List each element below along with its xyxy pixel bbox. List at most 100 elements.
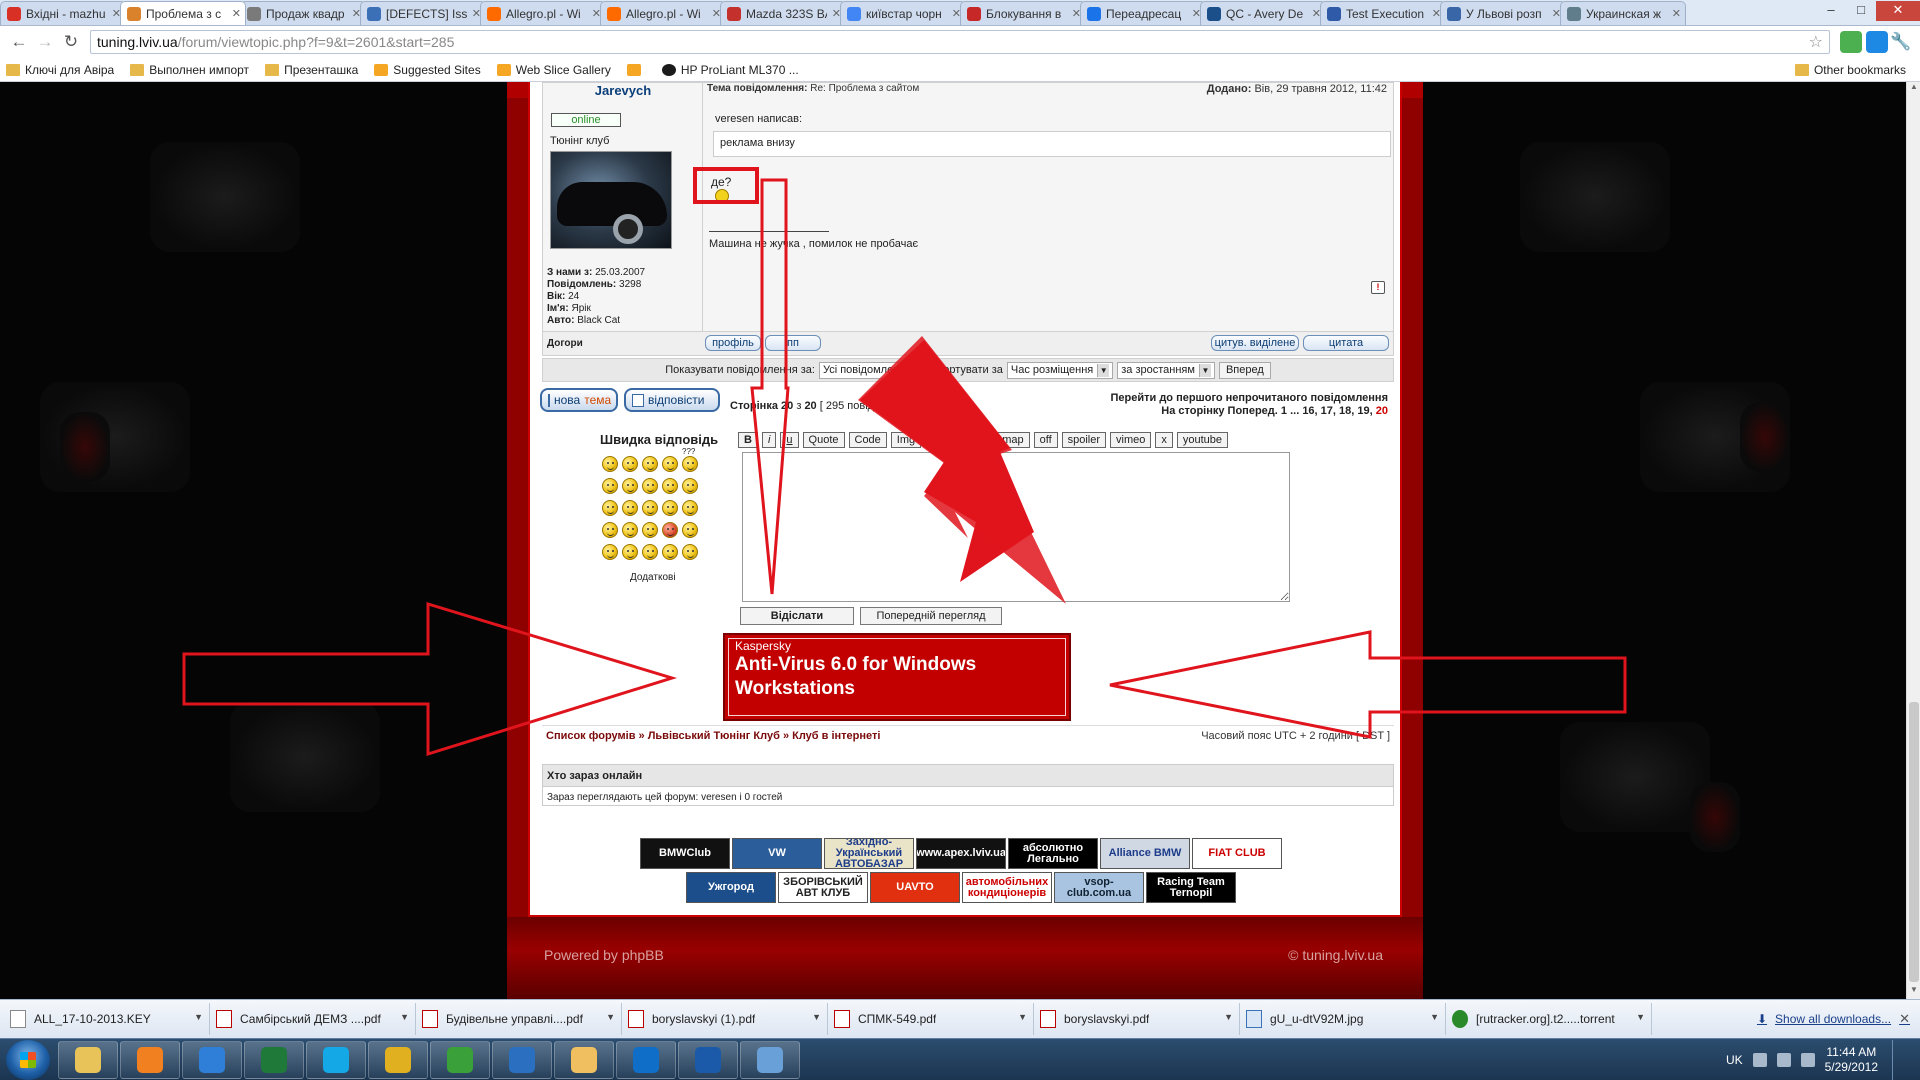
smiley-icon[interactable] [622,522,638,538]
smiley-icon[interactable] [622,500,638,516]
browser-tab[interactable]: QC - Avery De ✕ [1200,1,1326,25]
download-item[interactable]: gU_u-dtV92M.jpg ▼ [1240,1003,1446,1035]
maximize-icon[interactable]: □ [1846,1,1876,21]
partner-logo[interactable]: FIAT CLUB [1192,838,1282,869]
forward-icon[interactable]: → [32,29,58,55]
browser-tab[interactable]: У Львові розп ✕ [1440,1,1566,25]
tray-arrow-icon[interactable] [1752,1052,1767,1067]
bbcode-button[interactable]: i [761,432,777,448]
go-button[interactable]: Вперед [1218,361,1271,379]
scroll-down-icon[interactable]: ▼ [1907,985,1920,999]
partner-logo[interactable]: Alliance BMW [1100,838,1190,869]
extension-icon[interactable] [1866,31,1888,53]
smiley-icon[interactable] [622,478,638,494]
smiley-icon[interactable] [662,500,678,516]
quote-selected-button[interactable]: цитув. виділене [1211,335,1299,351]
close-icon[interactable]: ✕ [232,7,241,20]
browser-tab[interactable]: Allegro.pl - Wi ✕ [480,1,606,25]
submit-button[interactable]: Відіслати [740,607,854,625]
browser-tab[interactable]: Переадресац ✕ [1080,1,1206,25]
smiley-icon[interactable] [602,544,618,560]
address-bar[interactable]: tuning.lviv.ua/forum/viewtopic.php?f=9&t… [90,30,1830,54]
bbcode-button[interactable]: Code [848,432,887,448]
smiley-icon[interactable] [642,544,658,560]
back-to-top-link[interactable]: Догори [547,338,583,349]
download-item[interactable]: boryslavskyi.pdf ▼ [1034,1003,1240,1035]
show-desktop-button[interactable] [1892,1039,1906,1080]
report-icon[interactable]: ! [1371,281,1385,294]
breadcrumb-subforum[interactable]: Клуб в інтернеті [792,730,880,742]
bookmark-item[interactable]: Web Slice Gallery [496,63,611,77]
smiley-icon[interactable] [682,500,698,516]
smiley-icon[interactable] [642,478,658,494]
download-item[interactable]: СПМК-549.pdf ▼ [828,1003,1034,1035]
reload-icon[interactable]: ↻ [58,29,84,55]
browser-tab[interactable]: Проблема з с ✕ [120,1,246,25]
bookmark-item[interactable]: Презенташка [265,63,358,77]
start-button[interactable] [6,1039,50,1080]
smiley-icon[interactable] [622,456,638,472]
taskbar-app-chrome[interactable] [368,1040,428,1079]
taskbar-app-outlook[interactable] [492,1040,552,1079]
smiley-icon[interactable] [682,478,698,494]
smiley-icon[interactable] [682,456,698,472]
taskbar-app-teamviewer[interactable] [616,1040,676,1079]
browser-tab[interactable]: [DEFECTS] Issu ✕ [360,1,486,25]
volume-icon[interactable] [1800,1052,1815,1067]
bookmark-item[interactable]: Выполнен импорт [130,63,249,77]
scroll-up-icon[interactable]: ▲ [1907,82,1920,96]
chevron-down-icon[interactable]: ▼ [606,1012,615,1022]
bbcode-button[interactable]: x [1155,432,1173,448]
chevron-down-icon[interactable]: ▼ [400,1012,409,1022]
taskbar-app-internet-explorer[interactable] [182,1040,242,1079]
bbcode-button[interactable]: URL [925,432,960,448]
extension-icon[interactable] [1840,31,1862,53]
chevron-down-icon[interactable]: ▼ [1430,1012,1439,1022]
chevron-down-icon[interactable]: ▼ [1018,1012,1027,1022]
page-link[interactable]: 17, [1321,405,1336,417]
smiley-icon[interactable] [662,478,678,494]
sort-order-select[interactable]: за зростанням ▼ [1117,361,1215,379]
pm-button[interactable]: пп [765,335,821,351]
profile-button[interactable]: профіль [705,335,761,351]
taskbar-app-excel[interactable] [244,1040,304,1079]
smiley-icon[interactable] [682,544,698,560]
browser-tab[interactable]: київстар чорн ✕ [840,1,966,25]
browser-tab[interactable]: Вхідні - mazhu ✕ [0,1,126,25]
partner-logo[interactable]: Racing Team Ternopil [1146,872,1236,903]
taskbar-app-media-player[interactable] [120,1040,180,1079]
taskbar-app-explorer[interactable] [58,1040,118,1079]
bbcode-button[interactable]: googlemap [963,432,1030,448]
smiley-icon[interactable] [602,478,618,494]
close-icon[interactable]: ✕ [1876,1,1920,21]
partner-logo[interactable]: BMWClub [640,838,730,869]
browser-tab[interactable]: Блокування в ✕ [960,1,1086,25]
partner-logo[interactable]: абсолютно Легально [1008,838,1098,869]
download-item[interactable]: boryslavskyi (1).pdf ▼ [622,1003,828,1035]
kaspersky-banner[interactable]: Kaspersky Anti-Virus 6.0 for Windows Wor… [723,633,1071,721]
partner-logo[interactable]: vsop-club.com.ua [1054,872,1144,903]
taskbar-app-notes[interactable] [554,1040,614,1079]
scrollbar-thumb[interactable] [1909,702,1919,982]
bbcode-button[interactable]: off [1033,432,1058,448]
close-icon[interactable]: ✕ [1899,1011,1910,1027]
taskbar-app-remote-desktop[interactable] [740,1040,800,1079]
breadcrumb-forum-list[interactable]: Список форумів [546,730,635,742]
browser-tab[interactable]: Allegro.pl - Wi ✕ [600,1,726,25]
bbcode-button[interactable]: Quote [802,432,845,448]
bookmark-star-icon[interactable]: ☆ [1809,32,1823,52]
chevron-down-icon[interactable]: ▼ [1636,1012,1645,1022]
partner-logo[interactable]: Ужгород [686,872,776,903]
smiley-icon[interactable] [662,544,678,560]
bookmark-item[interactable]: Ключі для Авіра [6,63,114,77]
bbcode-button[interactable]: u [780,432,799,448]
smiley-icon[interactable] [602,456,618,472]
first-unread-link[interactable]: Перейти до першого непрочитаного повідом… [1110,392,1388,405]
show-all-downloads-link[interactable]: Show all downloads... [1775,1012,1891,1026]
quick-reply-textarea[interactable] [742,452,1290,602]
new-topic-button[interactable]: нова тема [540,388,618,412]
page-link[interactable]: ... [1290,405,1299,417]
bookmark-item[interactable]: HP ProLiant ML370 ... [661,63,799,77]
download-item[interactable]: Будівельне управлі....pdf ▼ [416,1003,622,1035]
partner-logo[interactable]: ЗБОРІВСЬКИЙ АВТ КЛУБ [778,872,868,903]
